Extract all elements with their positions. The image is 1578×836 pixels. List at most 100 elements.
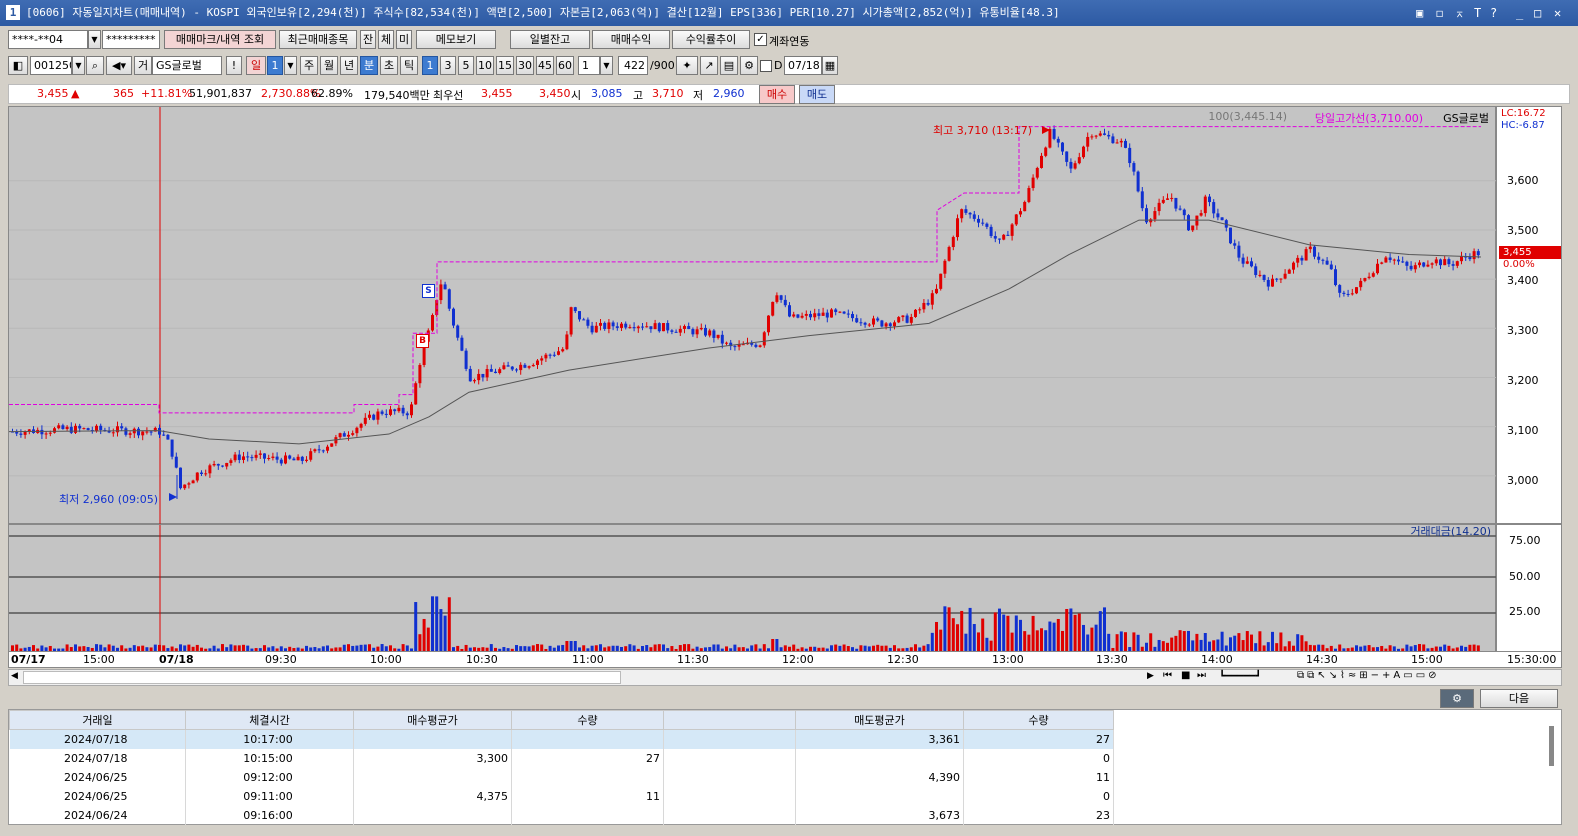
volume-bar [1271,631,1274,651]
interval-60-button[interactable]: 60 [556,56,574,75]
scroll-right-icon[interactable]: ▶ [1147,671,1154,681]
link-icon[interactable]: ▣ [1416,0,1423,26]
memo-button[interactable]: 메모보기 [416,30,496,49]
balance-button[interactable]: 잔 [360,30,376,49]
interval-input[interactable]: 1 [578,56,600,75]
minimize-button[interactable]: _ [1516,0,1523,26]
volume-bars[interactable] [9,525,1497,653]
sound-icon[interactable]: ◀▾ [106,56,132,75]
indicator-icon[interactable]: ✦ [676,56,698,75]
search-icon[interactable]: ⌕ [86,56,104,75]
alert-icon[interactable]: ! [226,56,242,75]
period-day-n[interactable]: 1 [267,56,283,75]
sell-mark[interactable]: S [422,284,435,298]
market-label[interactable]: 거 [134,56,152,75]
interval-3-button[interactable]: 3 [440,56,456,75]
candle-body [1292,262,1295,270]
save-icon[interactable]: ▤ [720,56,738,75]
interval-dropdown-icon[interactable]: ▼ [600,56,613,75]
stop-icon[interactable]: ■ [1181,670,1190,681]
help-icon[interactable]: ? [1490,0,1497,26]
period-dropdown-icon[interactable]: ▼ [284,56,297,75]
period-tick-button[interactable]: 틱 [400,56,418,75]
trade-history-table[interactable]: 거래일 체결시간 매수평균가 수량 매도평균가 수량 2024/07/18 10:… [8,709,1562,825]
scroll-thumb[interactable] [23,671,621,684]
text-icon[interactable]: T [1474,0,1481,26]
price-chart[interactable]: 100(3,445.14) 당일고가선(3,710.00) GS글로벌 최고 3… [8,106,1497,525]
candle-body [1321,259,1325,261]
volume-bar [993,612,997,651]
table-cell [511,767,664,787]
buy-button[interactable]: 매수 [759,85,795,104]
screen-icon[interactable]: ◧ [8,56,28,75]
chart-scrollbar[interactable]: ◀ ▶ ⏮ ■ ⏭ ┗━━━━━┛ ⧉⧉↖↘⌇≈⊞−+A▭▭⊘ [8,669,1562,686]
volume-bar [1418,644,1421,651]
title-bar: 1 [0606] 자동일지차트(매매내역) - KOSPI 외국인보유[2,29… [0,0,1578,26]
interval-1-button[interactable]: 1 [422,56,438,75]
col-exec-time[interactable]: 체결시간 [185,710,354,730]
settings-gear-icon[interactable]: ⚙ [1440,689,1474,708]
trade-profit-button[interactable]: 매매수익 [592,30,670,49]
candle-body [788,305,791,317]
col-trade-date[interactable]: 거래일 [9,710,186,730]
next-button[interactable]: 다음 [1480,689,1558,708]
col-sell-qty[interactable]: 수량 [963,710,1114,730]
executed-button[interactable]: 체 [378,30,394,49]
candle-body [1082,146,1085,158]
sell-button[interactable]: 매도 [799,85,835,104]
period-year-button[interactable]: 년 [340,56,358,75]
account-dropdown-icon[interactable]: ▼ [88,30,101,49]
candle-body [267,457,271,459]
account-link-checkbox[interactable]: ✓ [754,33,767,46]
return-trend-button[interactable]: 수익률추이 [672,30,750,49]
interval-45-button[interactable]: 45 [536,56,554,75]
password-input[interactable]: ********* [102,30,160,49]
interval-10-button[interactable]: 10 [476,56,494,75]
draw-icon[interactable]: ↗ [700,56,718,75]
col-buy-qty[interactable]: 수량 [511,710,664,730]
stock-code-input[interactable]: 001250 [30,56,72,75]
table-row[interactable]: 2024/06/25 09:11:00 4,375 11 0 [9,786,1114,806]
scroll-left-icon[interactable]: ◀ [11,671,18,681]
period-week-button[interactable]: 주 [300,56,318,75]
period-day-button[interactable]: 일 [246,56,266,75]
zoom-slider-icon[interactable]: ┗━━━━━┛ [1219,671,1261,682]
table-scrollbar[interactable] [1549,726,1554,766]
account-input[interactable]: ****-**04 [8,30,88,49]
interval-15-button[interactable]: 15 [496,56,514,75]
period-second-button[interactable]: 초 [380,56,398,75]
col-sell-avg[interactable]: 매도평균가 [795,710,964,730]
first-icon[interactable]: ⏮ [1163,670,1172,681]
table-row[interactable]: 2024/06/24 09:16:00 3,673 23 [9,805,1114,825]
daily-balance-button[interactable]: 일별잔고 [510,30,590,49]
buy-mark[interactable]: B [416,334,429,348]
period-month-button[interactable]: 월 [320,56,338,75]
table-row[interactable]: 2024/07/18 10:15:00 3,300 27 0 [9,748,1114,768]
col-buy-avg[interactable]: 매수평균가 [353,710,512,730]
close-button[interactable]: ✕ [1554,0,1561,26]
interval-30-button[interactable]: 30 [516,56,534,75]
date-checkbox[interactable] [760,60,772,72]
high-label: 고 [633,89,644,102]
candle-body [762,332,766,346]
candle-body [951,237,955,248]
unfilled-button[interactable]: 미 [396,30,412,49]
date-input[interactable]: 07/18 [784,56,822,75]
pin-icon[interactable]: ⌅ [1456,0,1463,26]
code-dropdown-icon[interactable]: ▼ [72,56,85,75]
interval-5-button[interactable]: 5 [458,56,474,75]
data-count-input[interactable]: 422 [618,56,648,75]
candlestick-chart[interactable] [9,107,1497,525]
drawing-tools-icon[interactable]: ⧉⧉↖↘⌇≈⊞−+A▭▭⊘ [1297,670,1440,681]
calendar-icon[interactable]: ▦ [822,56,838,75]
gear-icon[interactable]: ⚙ [740,56,758,75]
table-row[interactable]: 2024/06/25 09:12:00 4,390 11 [9,767,1114,787]
recent-trades-button[interactable]: 최근매매종목 [279,30,357,49]
window-copy-icon[interactable]: ◻ [1436,0,1443,26]
maximize-button[interactable]: □ [1534,0,1541,26]
period-minute-button[interactable]: 분 [360,56,378,75]
trade-mark-query-button[interactable]: 매매마크/내역 조회 [164,30,276,49]
last-icon[interactable]: ⏭ [1197,670,1206,681]
table-row[interactable]: 2024/07/18 10:17:00 3,361 27 [9,729,1114,749]
volume-chart[interactable]: 거래대금(14.20) [8,524,1497,653]
